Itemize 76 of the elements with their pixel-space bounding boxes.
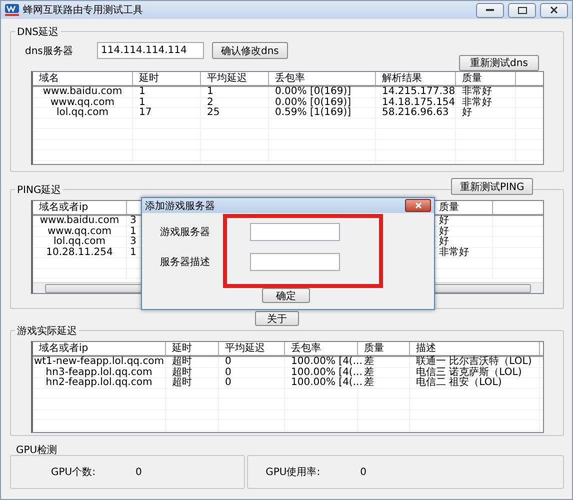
table-cell: 0 — [219, 378, 285, 388]
close-icon — [550, 6, 558, 14]
dns-server-label: dns服务器 — [25, 44, 74, 58]
maximize-button[interactable] — [508, 2, 536, 18]
column-header[interactable]: 域名或者ip — [33, 342, 166, 355]
column-header[interactable]: 解析结果 — [376, 72, 456, 85]
column-header[interactable]: 质量 — [358, 342, 410, 355]
table-cell: 0 — [219, 368, 285, 377]
ok-button[interactable]: 确定 — [262, 288, 310, 303]
column-header[interactable]: 丢包率 — [285, 342, 358, 355]
column-header[interactable]: 延时 — [133, 72, 201, 85]
table-cell: 10.28.11.254 — [33, 248, 127, 257]
table-cell: 0 — [219, 357, 285, 366]
column-header[interactable]: 域名或者ip — [33, 201, 127, 214]
table-cell: wt1-new-feapp.lol.qq.com — [33, 357, 166, 366]
table-cell: 超时 — [166, 357, 219, 366]
table-cell: 非常好 — [456, 87, 516, 96]
window-title: 蜂网互联路由专用测试工具 — [23, 4, 144, 17]
maximize-icon — [518, 6, 526, 14]
dns-server-field[interactable]: 114.114.114.114 — [97, 42, 204, 59]
group-title: PING延迟 — [15, 183, 64, 197]
table-cell: www.baidu.com — [33, 216, 127, 226]
input-field[interactable] — [250, 223, 340, 241]
table-cell: www.qq.com — [33, 226, 127, 236]
column-header[interactable]: 描述 — [410, 342, 540, 355]
table-cell: 超时 — [166, 378, 219, 388]
minimize-icon — [486, 8, 494, 12]
table-cell: 1 — [133, 87, 201, 96]
table-cell: 58.216.96.63 — [376, 108, 456, 118]
table-cell: lol.qq.com — [33, 237, 127, 246]
field-label: 服务器描述 — [159, 256, 210, 269]
column-header[interactable]: 丢包率 — [269, 72, 376, 85]
table-cell: 联通一 比尔吉沃特（LOL) — [410, 357, 540, 366]
table-cell: 电信三 诺克萨斯（LOL) — [410, 368, 540, 377]
column-header[interactable]: 平均延迟 — [219, 342, 285, 355]
table-cell: 电信二 祖安（LOL) — [410, 378, 540, 388]
table-cell: 14.215.177.38 — [376, 87, 456, 96]
table-cell: www.qq.com — [33, 98, 133, 107]
gpu-usage-value: 0 — [360, 466, 366, 478]
table-cell: 2 — [201, 98, 269, 107]
table-cell: hn3-feapp.lol.qq.com — [33, 368, 166, 377]
table-cell: 0.00% [0(169)] — [269, 98, 376, 107]
about-button[interactable]: 关于 — [255, 311, 299, 326]
retest-ping-button[interactable]: 重新测试PING — [451, 178, 533, 195]
retest-dns-button[interactable]: 重新测试dns — [459, 55, 539, 71]
gpu-usage-label: GPU使用率: — [266, 466, 320, 479]
column-header[interactable]: 域名 — [33, 72, 133, 85]
table-cell: www.baidu.com — [33, 87, 133, 96]
table-cell: 1 — [201, 87, 269, 96]
dialog-title: 添加游戏服务器 — [145, 200, 215, 212]
minimize-button[interactable] — [476, 2, 504, 18]
group-title: GPU检测 — [14, 443, 60, 457]
gpu-count-label: GPU个数: — [51, 466, 96, 479]
column-header[interactable]: 平均延迟 — [201, 72, 269, 85]
gpu-count-value: 0 — [135, 466, 142, 478]
confirm-dns-button[interactable]: 确认修改dns — [212, 42, 288, 59]
table-cell: lol.qq.com — [33, 108, 133, 118]
logo-icon — [5, 4, 19, 16]
table-cell: 非常好 — [456, 98, 516, 107]
dialog-close-button[interactable] — [405, 199, 431, 212]
table-cell: 17 — [133, 108, 201, 118]
table-cell: 超时 — [166, 368, 219, 377]
group-title: 游戏实际延迟 — [15, 324, 79, 338]
close-button[interactable] — [540, 2, 568, 18]
table-cell: 0.00% [0(169)] — [269, 87, 376, 96]
close-icon — [414, 202, 422, 209]
table-cell: hn2-feapp.lol.qq.com — [33, 378, 166, 388]
table-cell: 25 — [201, 108, 269, 118]
column-header[interactable]: 延时 — [166, 342, 219, 355]
table-cell: 0.59% [1(169)] — [269, 108, 376, 118]
group-title: DNS延迟 — [15, 25, 61, 39]
column-header[interactable]: 质量 — [456, 72, 516, 85]
table-cell: 1 — [133, 98, 201, 107]
table-cell: 14.18.175.154 — [376, 98, 456, 107]
input-field[interactable] — [250, 253, 340, 271]
table-cell: 好 — [456, 108, 516, 118]
